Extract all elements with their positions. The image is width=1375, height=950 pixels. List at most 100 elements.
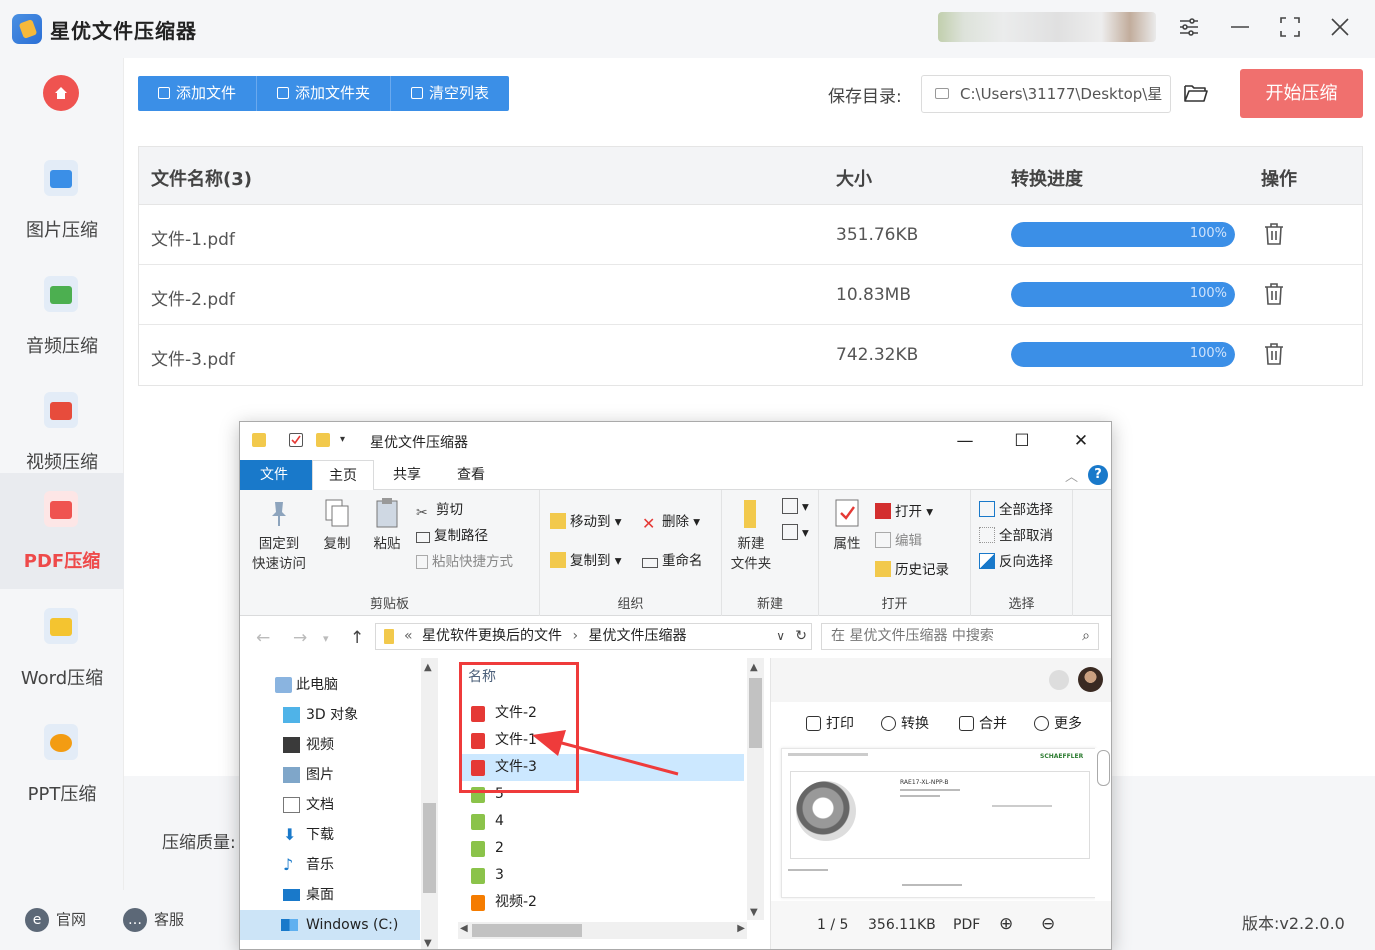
collapse-ribbon-icon[interactable]: ︿ xyxy=(1065,466,1078,485)
clear-list-button[interactable]: 清空列表 xyxy=(391,76,509,111)
convert-button[interactable]: 转换 xyxy=(881,713,929,733)
explorer-close-icon[interactable]: ✕ xyxy=(1070,430,1092,452)
easy-access-icon[interactable]: ▾ xyxy=(782,524,809,541)
up-arrow-icon[interactable]: ↑ xyxy=(350,628,364,648)
delete-icon[interactable] xyxy=(1263,282,1285,306)
open-folder-icon[interactable] xyxy=(1183,82,1209,104)
sidebar-item-label: 音频压缩 xyxy=(26,336,98,357)
pin-quick-access-button[interactable]: 固定到 快速访问 xyxy=(248,496,310,574)
explorer-minimize-icon[interactable]: — xyxy=(954,430,976,452)
recent-dropdown-icon[interactable]: ▾ xyxy=(323,632,329,645)
nav-scrollbar[interactable]: ▲ ▼ xyxy=(421,658,438,949)
zoom-in-icon[interactable]: ⊕ xyxy=(999,914,1013,934)
settings-sliders-icon[interactable] xyxy=(1176,16,1202,42)
sidebar-item-pdf-compress[interactable]: PDF压缩 xyxy=(0,473,124,589)
open-button[interactable]: 打开 ▾ xyxy=(875,500,933,520)
move-to-button[interactable]: 移动到 ▾ xyxy=(550,510,622,530)
table-row[interactable]: 文件-2.pdf 10.83MB 100% xyxy=(139,265,1362,325)
table-row[interactable]: 文件-3.pdf 742.32KB 100% xyxy=(139,325,1362,385)
help-icon[interactable]: ? xyxy=(1088,465,1108,485)
paste-button[interactable]: 粘贴 xyxy=(364,496,410,554)
copy-to-button[interactable]: 复制到 ▾ xyxy=(550,549,622,569)
minimize-icon[interactable] xyxy=(1227,16,1253,42)
add-folder-button[interactable]: 添加文件夹 xyxy=(257,76,392,111)
address-bar[interactable]: « 星优软件更换后的文件 › 星优文件压缩器 ∨ ↻ xyxy=(375,623,812,650)
nav-item-c-drive[interactable]: Windows (C:) xyxy=(240,910,420,940)
nav-item-this-pc[interactable]: 此电脑 xyxy=(240,670,420,700)
nav-item-videos[interactable]: 视频 xyxy=(240,730,420,760)
service-link[interactable]: … 客服 xyxy=(123,908,184,932)
tab-view[interactable]: 查看 xyxy=(441,460,501,490)
tab-share[interactable]: 共享 xyxy=(377,460,437,490)
nav-item-3d-objects[interactable]: 3D 对象 xyxy=(240,700,420,730)
quick-access-dropdown-icon[interactable]: ▾ xyxy=(340,433,354,447)
new-folder-quick-icon[interactable] xyxy=(316,433,330,447)
sidebar-item-ppt-compress[interactable]: PPT压缩 xyxy=(0,706,124,822)
file-list-hscrollbar[interactable]: ◀ ▶ xyxy=(458,922,747,939)
start-compress-button[interactable]: 开始压缩 xyxy=(1240,69,1363,118)
sidebar-item-image-compress[interactable]: 图片压缩 xyxy=(0,142,124,258)
list-item[interactable]: 2 xyxy=(462,835,742,862)
preview-scrollbar[interactable] xyxy=(1095,748,1111,901)
select-none-button[interactable]: 全部取消 xyxy=(979,524,1053,544)
copy-path-button[interactable]: 复制路径 xyxy=(416,524,488,544)
list-item[interactable]: 视频-2 xyxy=(462,889,742,916)
delete-button[interactable]: ✕ 删除 ▾ xyxy=(642,510,700,533)
address-dropdown-icon[interactable]: ∨ xyxy=(776,624,785,649)
home-icon xyxy=(55,87,67,99)
cut-button[interactable]: ✂ 剪切 xyxy=(416,498,463,521)
nav-item-music[interactable]: ♪ 音乐 xyxy=(240,850,420,880)
paste-shortcut-button[interactable]: 粘贴快捷方式 xyxy=(416,550,513,570)
breadcrumb-item[interactable]: 星优软件更换后的文件 xyxy=(422,628,562,644)
save-dir-input[interactable]: C:\Users\31177\Desktop\星 xyxy=(921,75,1171,113)
forward-arrow-icon[interactable]: → xyxy=(293,628,307,648)
pdf-page-thumbnail[interactable]: SCHAEFFLER RAE17-XL-NPP-B xyxy=(781,748,1096,898)
more-button[interactable]: 更多 xyxy=(1034,713,1082,733)
properties-button[interactable]: 属性 xyxy=(825,496,869,554)
zoom-out-icon[interactable]: ⊖ xyxy=(1041,914,1055,934)
user-avatar-blurred[interactable] xyxy=(938,12,1156,42)
file-table: 文件名称(3) 大小 转换进度 操作 文件-1.pdf 351.76KB 100… xyxy=(138,146,1363,386)
file-list-scrollbar[interactable]: ▲ ▼ xyxy=(747,658,764,920)
print-button[interactable]: 打印 xyxy=(806,713,854,733)
home-button[interactable] xyxy=(43,75,79,111)
nav-item-downloads[interactable]: ⬇ 下载 xyxy=(240,820,420,850)
tab-home[interactable]: 主页 xyxy=(312,460,374,491)
nav-item-documents[interactable]: 文档 xyxy=(240,790,420,820)
list-item[interactable]: 3 xyxy=(462,862,742,889)
explorer-maximize-icon[interactable]: ☐ xyxy=(1011,430,1033,452)
add-file-button[interactable]: 添加文件 xyxy=(138,76,258,111)
list-item[interactable]: 4 xyxy=(462,808,742,835)
invert-selection-button[interactable]: 反向选择 xyxy=(979,550,1053,570)
table-row[interactable]: 文件-1.pdf 351.76KB 100% xyxy=(139,205,1362,265)
maximize-icon[interactable] xyxy=(1277,16,1303,42)
folder-icon[interactable] xyxy=(252,433,266,447)
avatar[interactable] xyxy=(1078,667,1103,692)
breadcrumb-item[interactable]: 星优文件压缩器 xyxy=(589,628,687,644)
search-input[interactable]: 在 星优文件压缩器 中搜索 ⌕ xyxy=(821,623,1099,650)
copy-button[interactable]: 复制 xyxy=(314,496,360,554)
tab-file[interactable]: 文件 xyxy=(240,460,312,490)
history-button[interactable]: 历史记录 xyxy=(875,558,949,578)
edit-button[interactable]: 编辑 xyxy=(875,529,922,549)
website-link[interactable]: e 官网 xyxy=(25,908,86,932)
hexagon-icon[interactable] xyxy=(1049,670,1069,690)
sidebar-item-audio-compress[interactable]: 音频压缩 xyxy=(0,258,124,374)
delete-icon[interactable] xyxy=(1263,222,1285,246)
select-all-button[interactable]: 全部选择 xyxy=(979,498,1053,518)
properties-quick-icon[interactable] xyxy=(289,433,303,447)
sidebar-item-word-compress[interactable]: Word压缩 xyxy=(0,590,124,706)
file-explorer-window[interactable]: ▾ 星优文件压缩器 — ☐ ✕ 文件 主页 共享 查看 ︿ ? 固定到 快速访问… xyxy=(239,421,1112,950)
nav-item-desktop[interactable]: 桌面 xyxy=(240,880,420,910)
preview-statusbar: 1 / 5 356.11KB PDF ⊕ ⊖ xyxy=(771,901,1111,949)
delete-icon[interactable] xyxy=(1263,342,1285,366)
new-folder-button[interactable]: 新建 文件夹 xyxy=(726,496,776,574)
back-arrow-icon[interactable]: ← xyxy=(256,628,270,648)
rename-button[interactable]: 重命名 xyxy=(642,549,703,569)
nav-item-pictures[interactable]: 图片 xyxy=(240,760,420,790)
group-label: 组织 xyxy=(617,597,644,612)
new-item-icon[interactable]: ▾ xyxy=(782,498,809,515)
refresh-icon[interactable]: ↻ xyxy=(795,624,807,649)
merge-button[interactable]: 合并 xyxy=(959,713,1007,733)
close-icon[interactable] xyxy=(1327,16,1353,42)
